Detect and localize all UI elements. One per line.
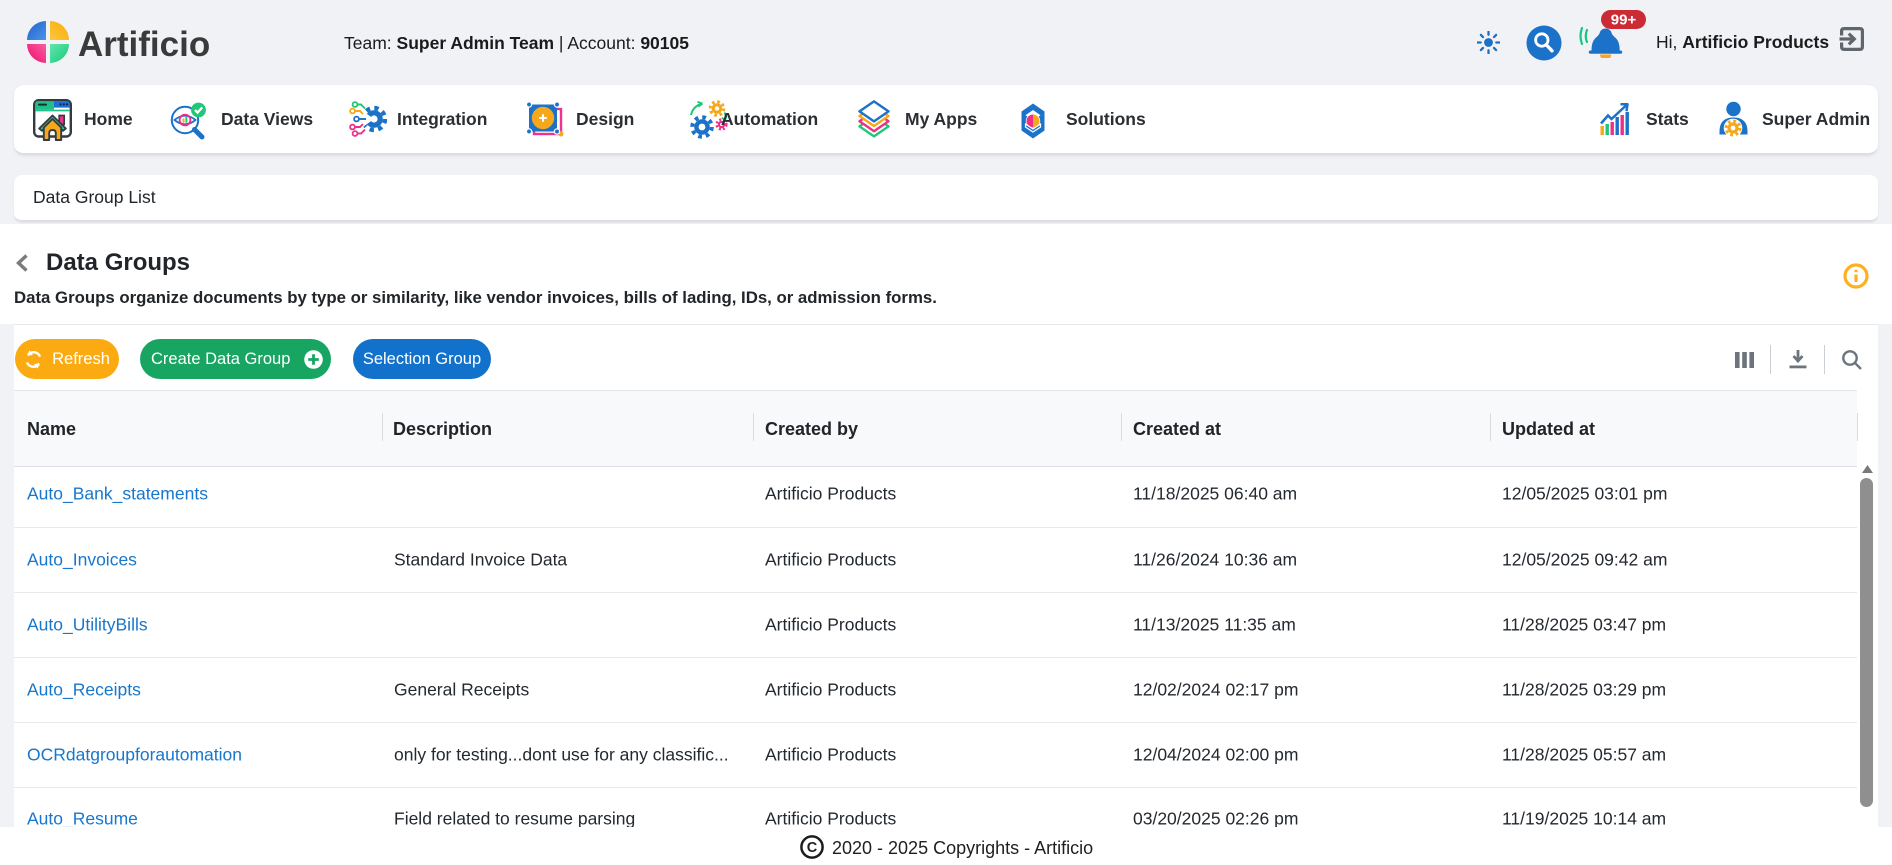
svg-text:C: C: [807, 840, 818, 856]
svg-text:99+: 99+: [1611, 12, 1637, 29]
